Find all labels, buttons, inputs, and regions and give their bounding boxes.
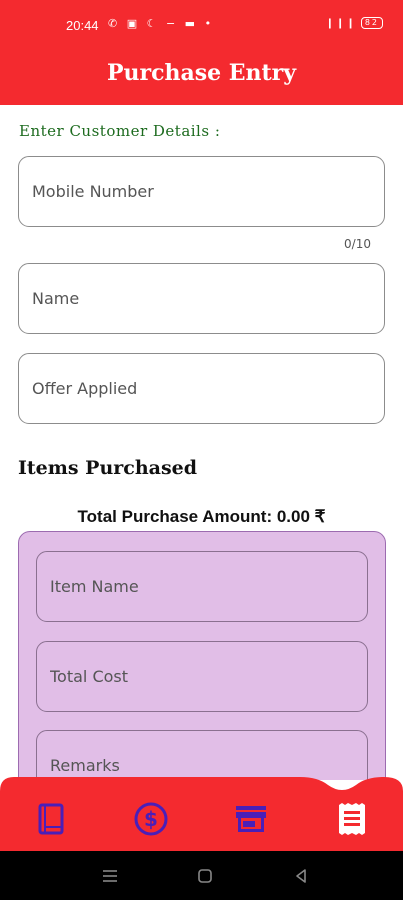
system-status-icons: ❙❙❙ 82: [326, 17, 383, 29]
nav-item-payments[interactable]: $: [131, 799, 171, 839]
system-navigation-bar: [0, 851, 403, 900]
app-bar: Purchase Entry: [0, 52, 403, 105]
battery-icon: 82: [360, 17, 383, 29]
nav-item-book[interactable]: [31, 799, 71, 839]
status-time: 20:44: [66, 18, 99, 33]
mobile-number-input[interactable]: [32, 157, 362, 226]
item-name-input[interactable]: [50, 552, 350, 621]
name-input[interactable]: [32, 264, 362, 333]
menu-icon[interactable]: [101, 867, 119, 885]
remarks-input[interactable]: [50, 731, 350, 780]
svg-text:$: $: [144, 807, 158, 831]
notification-icons: ✆ ▣ ☾ − ▬ •: [108, 17, 215, 30]
store-icon: [236, 806, 266, 832]
offer-applied-field[interactable]: [18, 353, 385, 424]
offer-applied-input[interactable]: [32, 354, 362, 423]
nav-item-receipts[interactable]: [332, 799, 372, 839]
back-icon[interactable]: [292, 867, 310, 885]
status-bar: 20:44 ✆ ▣ ☾ − ▬ • ❙❙❙ 82: [0, 0, 403, 52]
item-card: [18, 531, 386, 780]
customer-details-heading: Enter Customer Details :: [19, 122, 221, 140]
receipt-icon: [339, 803, 365, 835]
mobile-number-field[interactable]: [18, 156, 385, 227]
page-title: Purchase Entry: [106, 60, 297, 86]
purchase-form[interactable]: Enter Customer Details : 0/10 Items Purc…: [0, 105, 403, 780]
total-cost-field[interactable]: [36, 641, 368, 712]
dollar-icon: $: [134, 802, 168, 836]
total-cost-input[interactable]: [50, 642, 350, 711]
name-field[interactable]: [18, 263, 385, 334]
remarks-field[interactable]: [36, 730, 368, 780]
bottom-navigation: $: [0, 777, 403, 851]
items-purchased-heading: Items Purchased: [18, 457, 198, 479]
nav-item-store[interactable]: [231, 799, 271, 839]
total-purchase-amount: Total Purchase Amount: 0.00 ₹: [77, 507, 326, 526]
item-name-field[interactable]: [36, 551, 368, 622]
book-icon: [38, 803, 64, 835]
home-icon[interactable]: [196, 867, 214, 885]
signal-icon: ❙❙❙: [325, 17, 357, 29]
mobile-char-counter: 0/10: [344, 237, 371, 251]
